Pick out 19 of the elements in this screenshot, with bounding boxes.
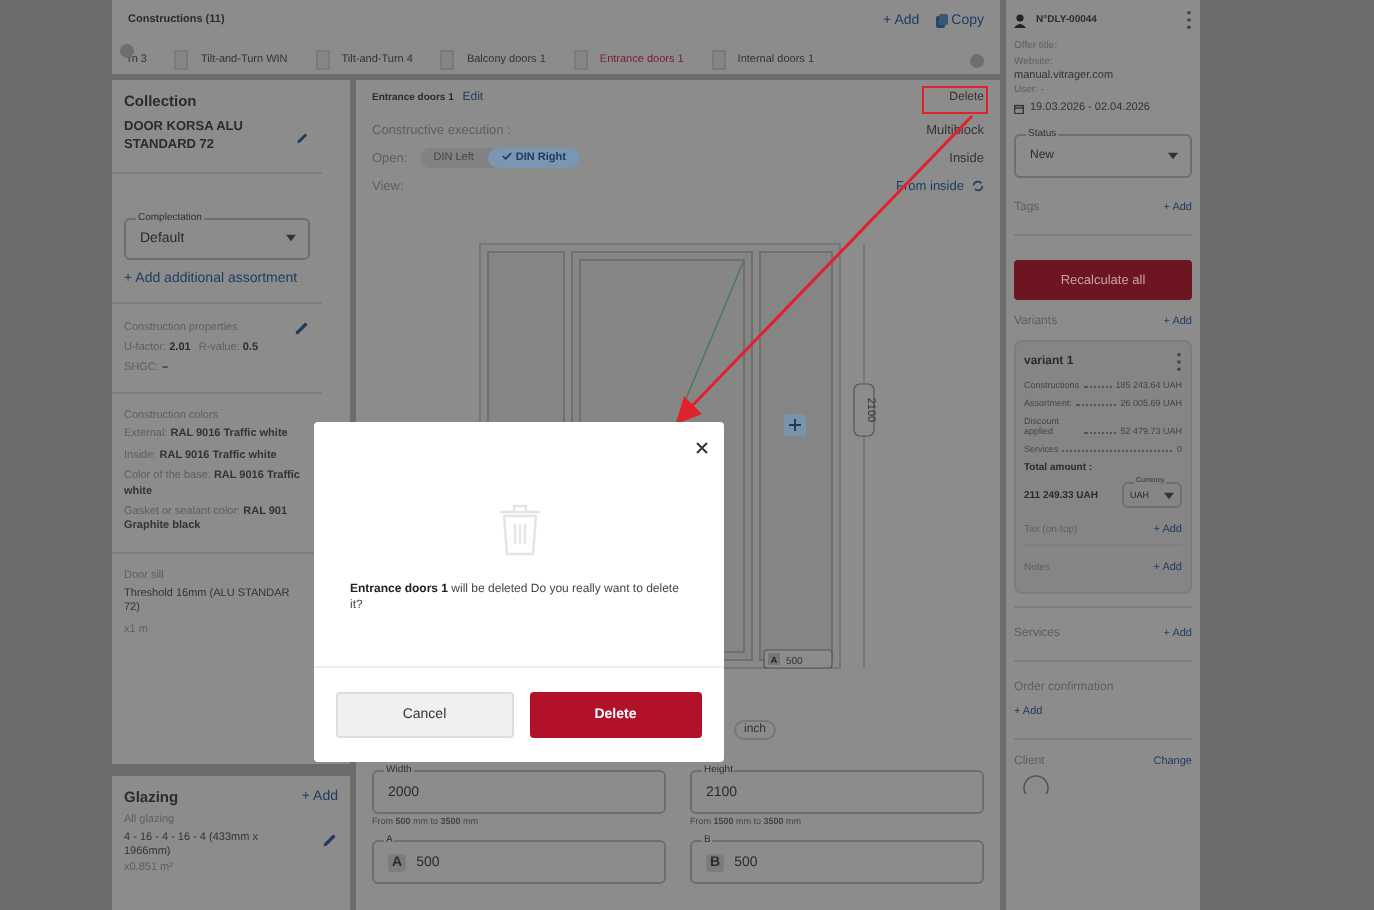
trash-icon — [497, 502, 541, 558]
pencil-icon[interactable] — [294, 319, 310, 336]
user-icon — [1014, 13, 1026, 27]
highlight-frame — [922, 86, 988, 114]
refresh-icon[interactable] — [972, 180, 984, 192]
check-icon — [501, 152, 512, 160]
caret-icon — [1168, 152, 1178, 160]
more-icon[interactable] — [1176, 352, 1182, 372]
pencil-icon[interactable] — [296, 129, 310, 146]
caret-icon — [1164, 491, 1174, 499]
more-icon[interactable] — [1186, 10, 1192, 30]
caret-icon — [286, 234, 296, 243]
avatar-icon — [1022, 774, 1050, 794]
calendar-icon — [1014, 103, 1024, 113]
plus-icon[interactable] — [784, 414, 806, 436]
copy-icon[interactable] — [935, 13, 948, 27]
pencil-icon[interactable] — [322, 832, 338, 848]
width-tag — [763, 649, 833, 669]
close-button[interactable] — [696, 442, 708, 454]
